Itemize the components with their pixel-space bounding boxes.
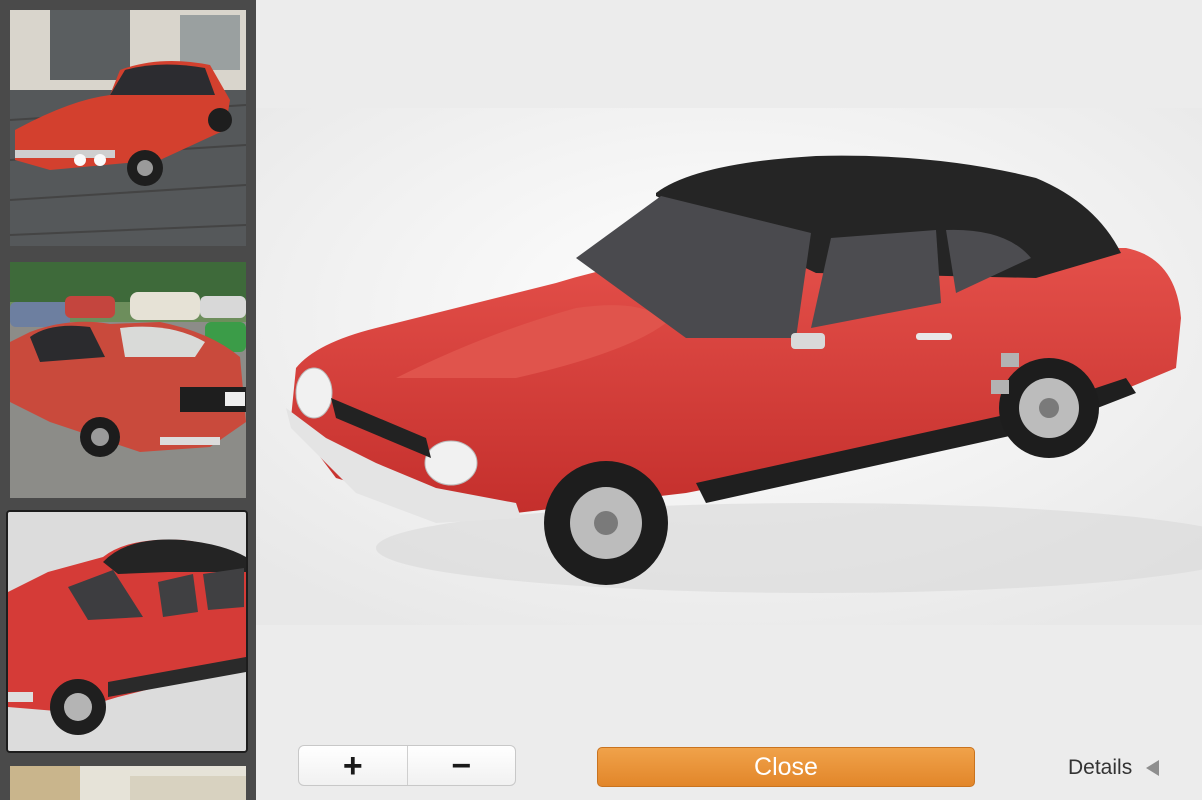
details-label: Details (1068, 756, 1133, 779)
thumbnail-3-selected[interactable] (6, 510, 248, 753)
car-model-image (256, 108, 1202, 625)
thumbnail-image-1 (10, 10, 246, 246)
zoom-control[interactable]: + − (298, 745, 516, 786)
thumbnail-image-3 (8, 512, 246, 751)
zoom-in-button[interactable]: + (299, 746, 407, 785)
image-viewer (256, 0, 1202, 735)
thumbnail-image-4 (10, 766, 246, 800)
disclosure-triangle-icon (1146, 760, 1160, 776)
thumbnail-sidebar[interactable] (0, 0, 256, 800)
main-image (256, 108, 1202, 625)
details-toggle[interactable]: Details (1068, 754, 1160, 782)
close-button[interactable]: Close (597, 747, 975, 787)
thumbnail-image-2 (10, 262, 246, 498)
thumbnail-1[interactable] (10, 10, 246, 246)
thumbnail-4[interactable] (10, 766, 246, 800)
zoom-out-button[interactable]: − (406, 746, 516, 785)
thumbnail-2[interactable] (10, 262, 246, 498)
